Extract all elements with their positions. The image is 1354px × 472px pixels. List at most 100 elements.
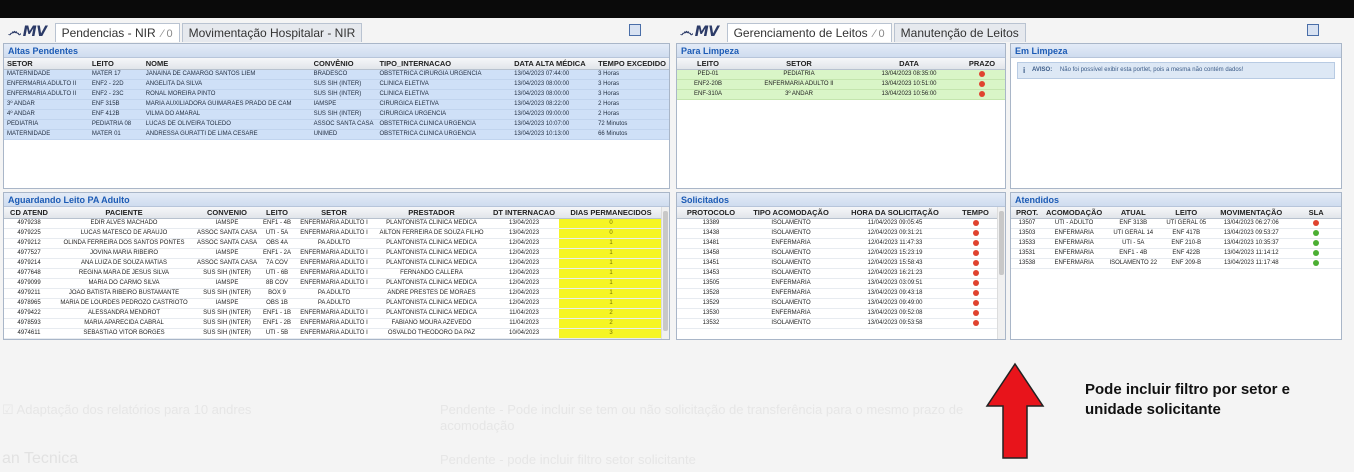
table-row[interactable]: 13481 ENFERMARIA 12/04/2023 11:47:33 bbox=[677, 238, 998, 249]
window-icon[interactable] bbox=[1307, 24, 1319, 36]
table-cell: ALESSANDRA MENDROT bbox=[54, 308, 194, 319]
column-header[interactable]: MOVIMENTAÇÃO bbox=[1211, 207, 1292, 219]
table-row[interactable]: 13503 ENFERMARIA UTI GERAL 14 ENF 417B 13/04… bbox=[1011, 228, 1341, 239]
column-header[interactable]: CONVENIO bbox=[194, 207, 260, 219]
table-row[interactable]: 4979099 MARIA DO CARMO SILVA IAMSPE 8B COV E… bbox=[4, 278, 663, 289]
table-row[interactable]: 13528 ENFERMARIA 13/04/2023 09:43:18 bbox=[677, 288, 998, 299]
column-header[interactable]: TEMPO bbox=[953, 207, 998, 219]
table-row[interactable]: 13533 ENFERMARIA UTI - 5A ENF 210-B 13/04/20… bbox=[1011, 238, 1341, 249]
table-cell: IAMSPE bbox=[194, 248, 260, 259]
table-row[interactable]: ENF2-20B ENFERMARIA ADULTO II 13/04/2023 1… bbox=[677, 79, 1005, 90]
column-header[interactable]: DT INTERNACAO bbox=[489, 207, 560, 219]
status-dot-icon bbox=[972, 299, 979, 306]
column-header[interactable]: SLA bbox=[1291, 207, 1341, 219]
table-row[interactable]: 4977527 JOVINA MARIA RIBEIRO IAMSPE ENF1 - … bbox=[4, 248, 663, 259]
table-row[interactable]: 13451 ISOLAMENTO 12/04/2023 15:58:43 bbox=[677, 258, 998, 269]
table-row[interactable]: ENFERMARIA ADULTO II ENF2 - 22D ANGELITA D… bbox=[4, 79, 669, 90]
column-header[interactable]: NOME bbox=[142, 58, 311, 70]
column-header[interactable]: SETOR bbox=[739, 58, 859, 70]
table-cell: ENF 417B bbox=[1161, 228, 1212, 239]
column-header[interactable]: DATA bbox=[859, 58, 959, 70]
column-header[interactable]: SETOR bbox=[4, 58, 89, 70]
table-row[interactable]: 3º ANDAR ENF 315B MARIA AUXILIADORA GUIMAR… bbox=[4, 99, 669, 110]
table-row[interactable]: 13453 ISOLAMENTO 12/04/2023 16:21:23 bbox=[677, 268, 998, 279]
table-row[interactable]: 4979214 ANA LUIZA DE SOUZA MATIAS ASSOC SA… bbox=[4, 258, 663, 269]
table-row[interactable]: 4974611 SEBASTIAO VITOR BORGES SUS SIH (IN… bbox=[4, 328, 663, 339]
column-header[interactable]: PRESTADOR bbox=[374, 207, 490, 219]
table-row[interactable]: 4979422 ALESSANDRA MENDROT SUS SIH (INTER)… bbox=[4, 308, 663, 319]
tab-pendencias-nir[interactable]: Pendencias - NIR ⁄ 0 bbox=[54, 23, 180, 42]
column-header[interactable]: TIPO_INTERNACAO bbox=[376, 58, 512, 70]
table-cell: 12/04/2023 bbox=[489, 258, 560, 269]
limpeza-table: LEITO SETOR DATA PRAZO PED-01 PEDIATRIA 13… bbox=[677, 58, 1005, 100]
table-row[interactable]: ENFERMARIA ADULTO II ENF2 - 23C RONAL MORE… bbox=[4, 89, 669, 100]
status-dot-icon bbox=[972, 309, 979, 316]
column-header[interactable]: LEITO bbox=[1161, 207, 1212, 219]
table-row[interactable]: PED-01 PEDIATRIA 13/04/2023 08:35:00 bbox=[677, 69, 1005, 80]
table-row[interactable]: 13532 ISOLAMENTO 13/04/2023 09:53:58 bbox=[677, 318, 998, 329]
column-header[interactable]: LEITO bbox=[677, 58, 739, 70]
column-header[interactable]: PRAZO bbox=[959, 58, 1005, 70]
column-header[interactable]: DIAS PERMANECIDOS bbox=[559, 207, 663, 219]
table-row[interactable]: PEDIATRIA PEDIATRIA 08 LUCAS DE OLIVEIRA T… bbox=[4, 119, 669, 130]
table-cell: 4979238 bbox=[4, 218, 54, 229]
column-header[interactable]: CD ATEND bbox=[4, 207, 54, 219]
table-row[interactable]: 4979238 EDIR ALVES MACHADO IAMSPE ENF1 - 4B… bbox=[4, 218, 663, 229]
table-row[interactable]: 13507 UTI - ADULTO ENF 313B UTI GERAL 05 13/… bbox=[1011, 218, 1341, 229]
table-cell: ENFERMARIA ADULTO I bbox=[294, 268, 375, 279]
scrollbar[interactable] bbox=[997, 207, 1005, 339]
table-row[interactable]: 4978593 MARIA APARECIDA CABRAL SUS SIH (IN… bbox=[4, 318, 663, 329]
table-row[interactable]: 4979225 LUCAS MATESCO DE ARAUJO ASSOC SANT… bbox=[4, 228, 663, 239]
scrollbar[interactable] bbox=[661, 207, 669, 339]
up-arrow-annotation bbox=[985, 362, 1045, 459]
atendidos-table: PROT. ACOMODAÇÃO ATUAL LEITO MOVIMENTAÇÃ… bbox=[1011, 207, 1341, 269]
table-row[interactable]: 4979211 JOAO BATISTA RIBEIRO BUSTAMANTE SU… bbox=[4, 288, 663, 299]
status-dot-icon bbox=[1313, 259, 1320, 266]
table-row[interactable]: MATERNIDADE MATER 17 JANAINA DE CAMARGO SA… bbox=[4, 69, 669, 80]
table-row[interactable]: 13530 ENFERMARIA 13/04/2023 09:52:08 bbox=[677, 308, 998, 319]
tab-manutencao-leitos[interactable]: Manutenção de Leitos bbox=[893, 23, 1026, 42]
column-header[interactable]: LEITO bbox=[260, 207, 295, 219]
column-header[interactable]: TIPO ACOMODAÇÃO bbox=[745, 207, 837, 219]
table-cell: FERNANDO CALLERA bbox=[374, 268, 490, 279]
table-row[interactable]: 4979212 OLINDA FERREIRA DOS SANTOS PONTES… bbox=[4, 238, 663, 249]
table-row[interactable]: MATERNIDADE MATER 01 ANDRESSA GURATTI DE L… bbox=[4, 129, 669, 140]
window-icon[interactable] bbox=[629, 24, 641, 36]
table-row[interactable]: 13438 ISOLAMENTO 12/04/2023 09:31:21 bbox=[677, 228, 998, 239]
table-row[interactable]: 13389 ISOLAMENTO 11/04/2023 09:05:45 bbox=[677, 218, 998, 229]
table-row[interactable]: 13531 ENFERMARIA ENF1 - 4B ENF 422B 13/04/20… bbox=[1011, 248, 1341, 259]
status-cell bbox=[953, 218, 998, 229]
table-cell: ENFERMARIA ADULTO I bbox=[294, 318, 375, 329]
table-cell: LUCAS DE OLIVEIRA TOLEDO bbox=[142, 119, 311, 130]
column-header[interactable]: PACIENTE bbox=[54, 207, 194, 219]
table-row[interactable]: 13529 ISOLAMENTO 13/04/2023 09:49:00 bbox=[677, 298, 998, 309]
column-header[interactable]: SETOR bbox=[294, 207, 375, 219]
column-header[interactable]: TEMPO EXCEDIDO bbox=[595, 58, 669, 70]
column-header[interactable]: PROTOCOLO bbox=[677, 207, 745, 219]
arrow-shape bbox=[985, 362, 1045, 459]
table-cell: 13/04/2023 10:07:00 bbox=[511, 119, 596, 130]
tab-movimentacao-hospitalar[interactable]: Movimentação Hospitalar - NIR bbox=[181, 23, 363, 42]
table-cell: 13/04/2023 10:35:37 bbox=[1211, 238, 1292, 249]
column-header[interactable]: HORA DA SOLICITAÇÃO bbox=[837, 207, 953, 219]
table-row[interactable]: 13458 ISOLAMENTO 12/04/2023 15:23:19 bbox=[677, 248, 998, 259]
column-header[interactable]: CONVÊNIO bbox=[310, 58, 377, 70]
column-header[interactable]: ACOMODAÇÃO bbox=[1043, 207, 1106, 219]
table-row[interactable]: 4º ANDAR ENF 412B VILMA DO AMARAL SUS SIH (… bbox=[4, 109, 669, 120]
table-row[interactable]: 13505 ENFERMARIA 13/04/2023 03:09:51 bbox=[677, 278, 998, 289]
table-row[interactable]: 4978965 MARIA DE LOURDES PEDROZO CASTRIOT… bbox=[4, 298, 663, 309]
table-row[interactable]: ENF-310A 3º ANDAR 13/04/2023 10:56:00 bbox=[677, 89, 1005, 100]
table-row[interactable]: 13538 ENFERMARIA ISOLAMENTO 22 ENF 209-B 13/… bbox=[1011, 258, 1341, 269]
column-header[interactable]: LEITO bbox=[88, 58, 143, 70]
column-header[interactable]: DATA ALTA MÉDICA bbox=[511, 58, 596, 70]
scrollbar-thumb[interactable] bbox=[999, 211, 1004, 275]
tab-gerenciamento-leitos[interactable]: Gerenciamento de Leitos ⁄ 0 bbox=[726, 23, 892, 42]
table-cell: CIRURGICA URGENCIA bbox=[376, 109, 512, 120]
column-header[interactable]: PROT. bbox=[1011, 207, 1043, 219]
scrollbar-thumb[interactable] bbox=[663, 211, 668, 331]
table-cell: 1 bbox=[559, 238, 663, 249]
table-cell: 4979211 bbox=[4, 288, 54, 299]
table-cell: 13/04/2023 08:35:00 bbox=[859, 69, 959, 80]
column-header[interactable]: ATUAL bbox=[1105, 207, 1162, 219]
table-row[interactable]: 4977648 REGINA MARA DE JESUS SILVA SUS SIH… bbox=[4, 268, 663, 279]
